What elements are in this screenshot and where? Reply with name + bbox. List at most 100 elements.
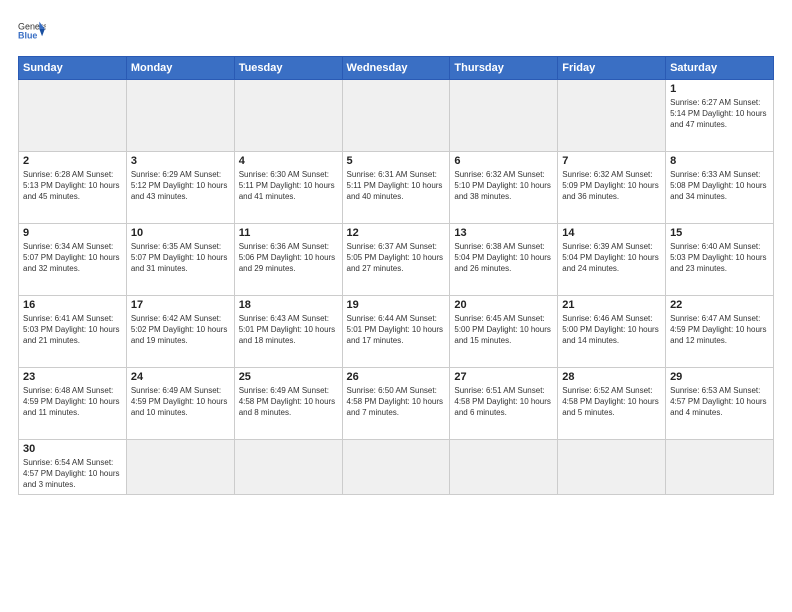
day-info: Sunrise: 6:46 AM Sunset: 5:00 PM Dayligh… xyxy=(562,313,661,347)
day-info: Sunrise: 6:36 AM Sunset: 5:06 PM Dayligh… xyxy=(239,241,338,275)
day-number: 3 xyxy=(131,155,230,167)
weekday-header-sunday: Sunday xyxy=(19,57,127,80)
day-number: 8 xyxy=(670,155,769,167)
day-info: Sunrise: 6:45 AM Sunset: 5:00 PM Dayligh… xyxy=(454,313,553,347)
calendar-cell xyxy=(450,440,558,495)
day-number: 6 xyxy=(454,155,553,167)
calendar-cell xyxy=(558,80,666,152)
calendar-week-4: 16Sunrise: 6:41 AM Sunset: 5:03 PM Dayli… xyxy=(19,296,774,368)
day-info: Sunrise: 6:32 AM Sunset: 5:09 PM Dayligh… xyxy=(562,169,661,203)
day-number: 12 xyxy=(347,227,446,239)
day-info: Sunrise: 6:52 AM Sunset: 4:58 PM Dayligh… xyxy=(562,385,661,419)
calendar-cell xyxy=(126,440,234,495)
day-info: Sunrise: 6:31 AM Sunset: 5:11 PM Dayligh… xyxy=(347,169,446,203)
calendar-week-1: 1 Sunrise: 6:27 AM Sunset: 5:14 PM Daylig… xyxy=(19,80,774,152)
day-number: 14 xyxy=(562,227,661,239)
calendar-week-3: 9 Sunrise: 6:34 AM Sunset: 5:07 PM Daylig… xyxy=(19,224,774,296)
calendar-week-6: 30Sunrise: 6:54 AM Sunset: 4:57 PM Dayli… xyxy=(19,440,774,495)
day-number: 26 xyxy=(347,371,446,383)
day-number: 10 xyxy=(131,227,230,239)
calendar-cell xyxy=(126,80,234,152)
calendar-cell: 21 Sunrise: 6:46 AM Sunset: 5:00 PM Dayli… xyxy=(558,296,666,368)
day-info: Sunrise: 6:37 AM Sunset: 5:05 PM Dayligh… xyxy=(347,241,446,275)
day-info: Sunrise: 6:40 AM Sunset: 5:03 PM Dayligh… xyxy=(670,241,769,275)
day-info: Sunrise: 6:47 AM Sunset: 4:59 PM Dayligh… xyxy=(670,313,769,347)
day-info: Sunrise: 6:51 AM Sunset: 4:58 PM Dayligh… xyxy=(454,385,553,419)
day-info: Sunrise: 6:43 AM Sunset: 5:01 PM Dayligh… xyxy=(239,313,338,347)
weekday-header-monday: Monday xyxy=(126,57,234,80)
day-number: 17 xyxy=(131,299,230,311)
day-number: 24 xyxy=(131,371,230,383)
weekday-header-saturday: Saturday xyxy=(666,57,774,80)
day-number: 19 xyxy=(347,299,446,311)
day-info: Sunrise: 6:42 AM Sunset: 5:02 PM Dayligh… xyxy=(131,313,230,347)
day-info: Sunrise: 6:49 AM Sunset: 4:58 PM Dayligh… xyxy=(239,385,338,419)
day-info: Sunrise: 6:53 AM Sunset: 4:57 PM Dayligh… xyxy=(670,385,769,419)
day-number: 18 xyxy=(239,299,338,311)
day-info: Sunrise: 6:44 AM Sunset: 5:01 PM Dayligh… xyxy=(347,313,446,347)
calendar-cell: 7 Sunrise: 6:32 AM Sunset: 5:09 PM Daylig… xyxy=(558,152,666,224)
calendar-week-5: 23 Sunrise: 6:48 AM Sunset: 4:59 PM Dayli… xyxy=(19,368,774,440)
weekday-header-tuesday: Tuesday xyxy=(234,57,342,80)
day-number: 4 xyxy=(239,155,338,167)
day-info: Sunrise: 6:30 AM Sunset: 5:11 PM Dayligh… xyxy=(239,169,338,203)
calendar-cell: 15Sunrise: 6:40 AM Sunset: 5:03 PM Dayli… xyxy=(666,224,774,296)
day-info: Sunrise: 6:39 AM Sunset: 5:04 PM Dayligh… xyxy=(562,241,661,275)
weekday-header-wednesday: Wednesday xyxy=(342,57,450,80)
weekday-header-row: SundayMondayTuesdayWednesdayThursdayFrid… xyxy=(19,57,774,80)
calendar-cell: 19 Sunrise: 6:44 AM Sunset: 5:01 PM Dayli… xyxy=(342,296,450,368)
day-number: 21 xyxy=(562,299,661,311)
logo: GeneralBlue xyxy=(18,18,46,46)
day-number: 23 xyxy=(23,371,122,383)
day-number: 9 xyxy=(23,227,122,239)
day-info: Sunrise: 6:54 AM Sunset: 4:57 PM Dayligh… xyxy=(23,457,122,491)
calendar-cell: 5 Sunrise: 6:31 AM Sunset: 5:11 PM Daylig… xyxy=(342,152,450,224)
calendar-cell: 9 Sunrise: 6:34 AM Sunset: 5:07 PM Daylig… xyxy=(19,224,127,296)
day-number: 7 xyxy=(562,155,661,167)
calendar-cell xyxy=(234,440,342,495)
day-number: 1 xyxy=(670,83,769,95)
calendar-cell xyxy=(450,80,558,152)
day-info: Sunrise: 6:41 AM Sunset: 5:03 PM Dayligh… xyxy=(23,313,122,347)
calendar-cell: 11 Sunrise: 6:36 AM Sunset: 5:06 PM Dayli… xyxy=(234,224,342,296)
calendar-cell: 22 Sunrise: 6:47 AM Sunset: 4:59 PM Dayli… xyxy=(666,296,774,368)
day-number: 22 xyxy=(670,299,769,311)
day-info: Sunrise: 6:27 AM Sunset: 5:14 PM Dayligh… xyxy=(670,97,769,131)
calendar-cell: 23 Sunrise: 6:48 AM Sunset: 4:59 PM Dayli… xyxy=(19,368,127,440)
calendar-cell: 10 Sunrise: 6:35 AM Sunset: 5:07 PM Dayli… xyxy=(126,224,234,296)
calendar-cell xyxy=(19,80,127,152)
calendar-cell: 25 Sunrise: 6:49 AM Sunset: 4:58 PM Dayli… xyxy=(234,368,342,440)
calendar-cell: 20 Sunrise: 6:45 AM Sunset: 5:00 PM Dayli… xyxy=(450,296,558,368)
calendar-cell: 4 Sunrise: 6:30 AM Sunset: 5:11 PM Daylig… xyxy=(234,152,342,224)
day-number: 25 xyxy=(239,371,338,383)
calendar-cell: 30Sunrise: 6:54 AM Sunset: 4:57 PM Dayli… xyxy=(19,440,127,495)
calendar-cell xyxy=(666,440,774,495)
calendar-cell: 1 Sunrise: 6:27 AM Sunset: 5:14 PM Daylig… xyxy=(666,80,774,152)
calendar-cell xyxy=(234,80,342,152)
day-info: Sunrise: 6:32 AM Sunset: 5:10 PM Dayligh… xyxy=(454,169,553,203)
calendar-cell: 13Sunrise: 6:38 AM Sunset: 5:04 PM Dayli… xyxy=(450,224,558,296)
day-info: Sunrise: 6:50 AM Sunset: 4:58 PM Dayligh… xyxy=(347,385,446,419)
calendar-week-2: 2Sunrise: 6:28 AM Sunset: 5:13 PM Daylig… xyxy=(19,152,774,224)
calendar-cell: 6 Sunrise: 6:32 AM Sunset: 5:10 PM Daylig… xyxy=(450,152,558,224)
calendar-cell: 18 Sunrise: 6:43 AM Sunset: 5:01 PM Dayli… xyxy=(234,296,342,368)
logo-icon: GeneralBlue xyxy=(18,18,46,46)
day-number: 11 xyxy=(239,227,338,239)
calendar-cell: 26 Sunrise: 6:50 AM Sunset: 4:58 PM Dayli… xyxy=(342,368,450,440)
calendar-cell: 3Sunrise: 6:29 AM Sunset: 5:12 PM Daylig… xyxy=(126,152,234,224)
day-number: 27 xyxy=(454,371,553,383)
day-number: 20 xyxy=(454,299,553,311)
calendar-cell: 2Sunrise: 6:28 AM Sunset: 5:13 PM Daylig… xyxy=(19,152,127,224)
calendar-cell: 12 Sunrise: 6:37 AM Sunset: 5:05 PM Dayli… xyxy=(342,224,450,296)
day-info: Sunrise: 6:35 AM Sunset: 5:07 PM Dayligh… xyxy=(131,241,230,275)
day-number: 5 xyxy=(347,155,446,167)
day-info: Sunrise: 6:34 AM Sunset: 5:07 PM Dayligh… xyxy=(23,241,122,275)
calendar-cell xyxy=(558,440,666,495)
day-info: Sunrise: 6:49 AM Sunset: 4:59 PM Dayligh… xyxy=(131,385,230,419)
calendar-cell xyxy=(342,440,450,495)
weekday-header-friday: Friday xyxy=(558,57,666,80)
day-number: 13 xyxy=(454,227,553,239)
day-info: Sunrise: 6:48 AM Sunset: 4:59 PM Dayligh… xyxy=(23,385,122,419)
calendar-table: SundayMondayTuesdayWednesdayThursdayFrid… xyxy=(18,56,774,495)
day-number: 2 xyxy=(23,155,122,167)
